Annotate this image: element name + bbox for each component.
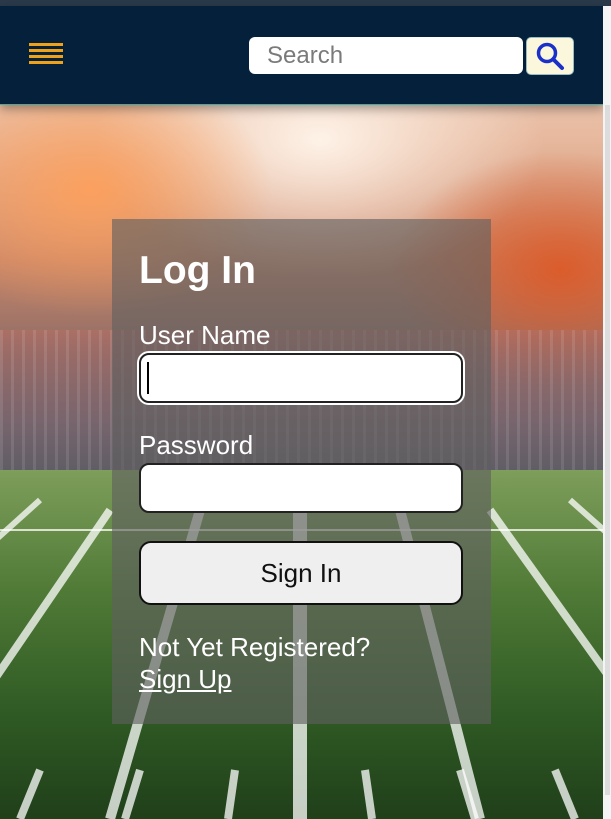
text-caret (147, 362, 149, 394)
scrollbar-thumb[interactable] (605, 105, 610, 795)
hamburger-menu-icon[interactable] (29, 43, 63, 71)
sign-up-link[interactable]: Sign Up (139, 664, 232, 695)
not-registered-text: Not Yet Registered? (139, 632, 371, 662)
top-navbar (0, 6, 604, 105)
password-field[interactable] (139, 463, 463, 513)
search-icon (536, 42, 564, 70)
page: Log In User Name Password Sign In Not Ye… (0, 0, 611, 819)
login-panel: Log In User Name Password Sign In Not Ye… (112, 219, 491, 724)
password-label: Password (139, 430, 254, 460)
search-input[interactable] (249, 37, 523, 74)
username-label: User Name (139, 320, 271, 350)
sign-in-button[interactable]: Sign In (139, 541, 463, 605)
search-button[interactable] (526, 37, 574, 75)
login-title: Log In (139, 249, 256, 292)
username-field[interactable] (139, 353, 463, 403)
